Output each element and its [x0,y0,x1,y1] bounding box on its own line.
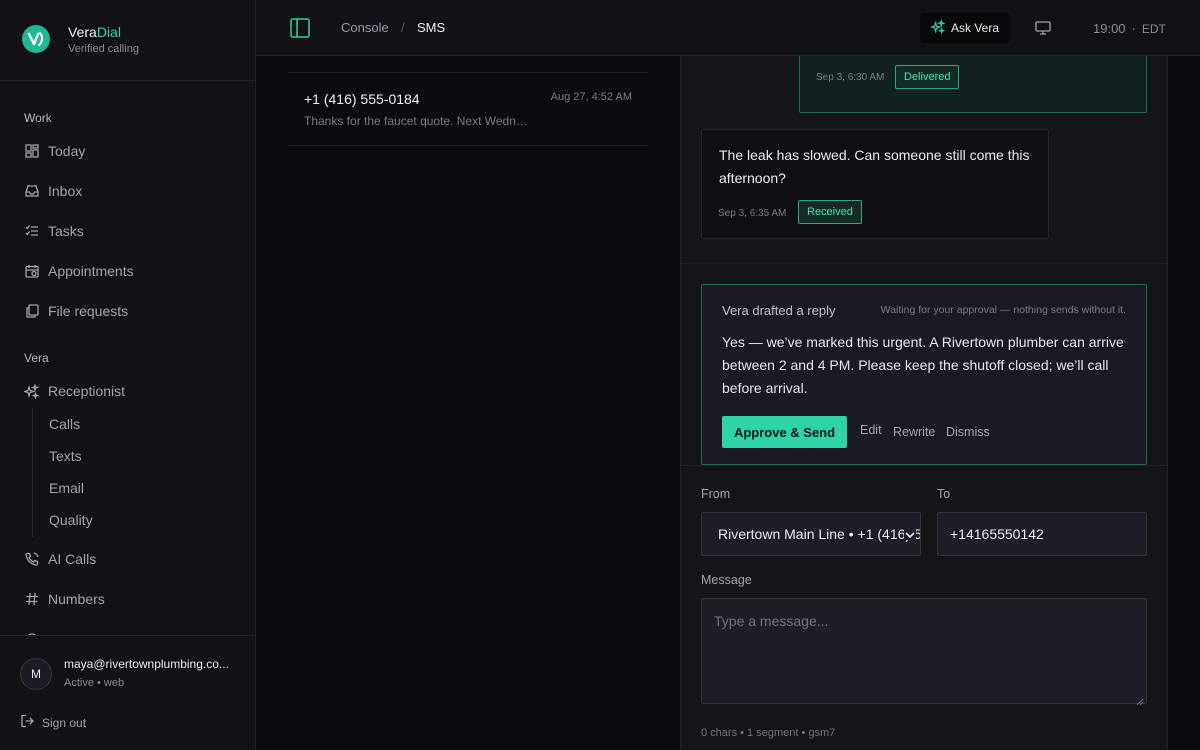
breadcrumb-current: SMS [417,20,446,35]
ask-vera-label: Ask Vera [950,21,1000,35]
brand-header: VeraDial Verified calling [0,0,255,81]
thread-list: +1 (416) 555-0184 Aug 27, 4:52 AM Thanks… [256,56,680,750]
incoming-message: The leak has slowed. Can someone still c… [701,129,1049,239]
sidebar: VeraDial Verified calling Work Today Inb… [0,0,256,750]
files-icon [24,304,39,319]
from-select-value: Rivertown Main Line • +1 (416) 555 [718,526,921,542]
sidebar-item-label: Numbers [48,591,105,607]
sidebar-item-appointments[interactable]: Appointments [24,259,134,283]
veradial-logo-icon [22,25,50,53]
sidebar-item-ai-calls[interactable]: AI Calls [24,547,96,571]
status-badge: Received [798,200,862,224]
chevron-down-icon [904,528,916,540]
list-item[interactable]: +1 (416) 555-0184 Aug 27, 4:52 AM Thanks… [288,72,648,146]
section-vera-label: Vera [24,351,49,365]
user-status: Active • web [64,677,125,689]
clock-timezone: EDT [1141,22,1166,36]
sign-out-button[interactable]: Sign out [20,714,86,731]
sign-out-icon [20,714,34,731]
message-label: Message [701,573,752,587]
to-field[interactable]: +14165550142 [937,512,1147,556]
sidebar-item-receptionist[interactable]: Receptionist [24,379,125,403]
outgoing-message: Sep 3, 6:30 AM Delivered [799,56,1147,113]
draft-reply-card: Vera drafted a reply Waiting for your ap… [701,284,1147,465]
sidebar-item-label: Today [48,143,86,159]
divider [681,263,1167,264]
sidebar-item-next[interactable] [24,627,39,635]
message-time: Sep 3, 6:30 AM [816,72,885,83]
message-time: Sep 3, 6:35 AM [718,208,787,219]
sidebar-subitem-calls[interactable]: Calls [49,416,80,432]
message-placeholder: Type a message... [714,613,829,629]
sparkles-icon [24,383,39,399]
sidebar-item-file-requests[interactable]: File requests [24,299,128,323]
edit-button[interactable]: Edit [860,423,882,437]
thread-time: Aug 27, 4:52 AM [550,91,632,103]
calendar-icon [24,264,39,279]
clock-separator: · [1131,21,1136,36]
sidebar-item-label: Appointments [48,263,134,279]
phone-icon [24,552,39,567]
clock: 19:00 · EDT [1093,21,1166,36]
monitor-icon[interactable] [1035,20,1051,36]
message-counter: 0 chars • 1 segment • gsm7 [701,727,836,739]
panel-toggle-icon[interactable] [290,18,310,38]
section-work-label: Work [24,111,52,125]
sidebar-item-inbox[interactable]: Inbox [24,179,82,203]
hash-icon [24,592,39,607]
sidebar-item-today[interactable]: Today [24,139,85,163]
message-text: The leak has slowed. Can someone still c… [719,147,1030,186]
status-badge: Delivered [895,65,960,89]
to-label: To [937,487,951,501]
dismiss-button[interactable]: Dismiss [946,425,990,439]
message-textarea[interactable]: Type a message... [701,598,1147,706]
user-account: M maya@rivertownplumbing.co... Active • … [0,635,255,750]
draft-approval-note: Waiting for your approval — nothing send… [880,304,1126,316]
approve-send-button[interactable]: Approve & Send [722,416,847,448]
sidebar-item-numbers[interactable]: Numbers [24,587,105,611]
thread-phone: +1 (416) 555-0184 [304,91,420,107]
submenu-guide-line [32,408,33,537]
breadcrumb-separator: / [401,20,405,35]
resize-handle-icon[interactable] [1136,693,1144,706]
tasks-icon [24,224,39,239]
sparkles-icon [929,18,946,37]
sidebar-item-label: Tasks [48,223,84,239]
sidebar-subitem-quality[interactable]: Quality [49,512,93,528]
from-label: From [701,487,731,501]
top-bar: Console / SMS Ask Vera 19:00 · EDT [256,0,1200,56]
brand-tagline: Verified calling [68,43,139,55]
clock-time: 19:00 [1093,21,1126,36]
breadcrumb-console[interactable]: Console [341,20,389,35]
sidebar-item-label: AI Calls [48,551,97,567]
sidebar-item-tasks[interactable]: Tasks [24,219,84,243]
rewrite-button[interactable]: Rewrite [893,425,935,439]
dashboard-icon [24,144,39,159]
inbox-icon [24,184,39,199]
thread-preview: Thanks for the faucet quote. Next Wedne.… [304,114,529,128]
draft-title: Vera drafted a reply [722,303,836,318]
divider [681,465,1167,466]
sign-out-label: Sign out [42,715,87,730]
sidebar-item-label: Receptionist [48,383,126,399]
user-email: maya@rivertownplumbing.co... [64,657,229,671]
sidebar-item-label: File requests [48,303,129,319]
conversation-pane: Sep 3, 6:30 AM Delivered The leak has sl… [680,56,1168,750]
sidebar-subitem-texts[interactable]: Texts [49,448,82,464]
sidebar-item-label: Inbox [48,183,83,199]
from-select[interactable]: Rivertown Main Line • +1 (416) 555 [701,512,921,556]
sidebar-nav: Work Today Inbox Tasks Appointments File… [0,81,255,635]
sidebar-subitem-email[interactable]: Email [49,480,84,496]
avatar[interactable]: M [20,658,52,690]
draft-text: Yes — we’ve marked this urgent. A Rivert… [722,334,1124,396]
ask-vera-button[interactable]: Ask Vera [920,13,1010,43]
brand-name: VeraDial [68,24,121,40]
